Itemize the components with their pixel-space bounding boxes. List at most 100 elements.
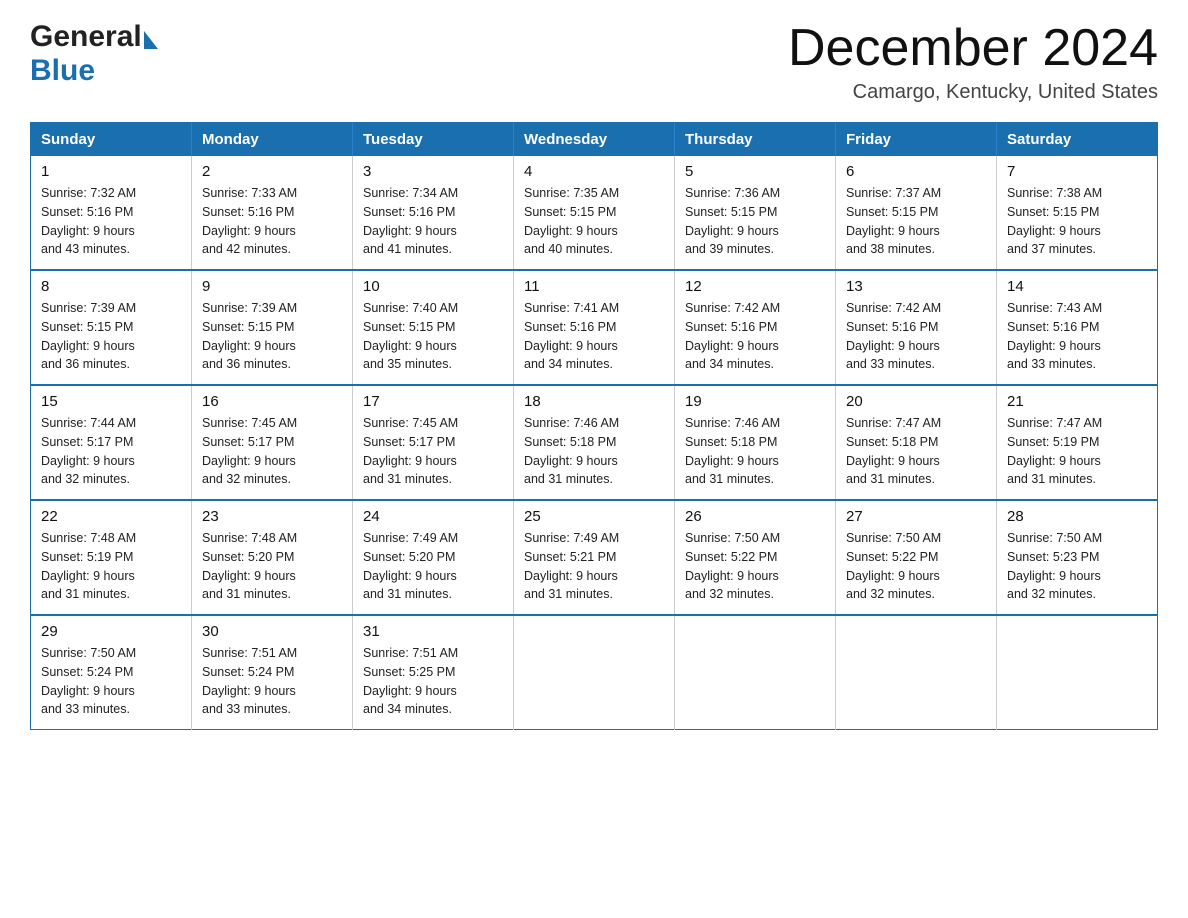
day-info: Sunrise: 7:35 AM Sunset: 5:15 PM Dayligh… [524, 184, 664, 259]
calendar-cell: 31 Sunrise: 7:51 AM Sunset: 5:25 PM Dayl… [353, 615, 514, 730]
day-info: Sunrise: 7:41 AM Sunset: 5:16 PM Dayligh… [524, 299, 664, 374]
calendar-cell: 20 Sunrise: 7:47 AM Sunset: 5:18 PM Dayl… [836, 385, 997, 500]
calendar-cell: 21 Sunrise: 7:47 AM Sunset: 5:19 PM Dayl… [997, 385, 1158, 500]
calendar-cell: 24 Sunrise: 7:49 AM Sunset: 5:20 PM Dayl… [353, 500, 514, 615]
calendar-cell: 2 Sunrise: 7:33 AM Sunset: 5:16 PM Dayli… [192, 156, 353, 270]
calendar-cell: 29 Sunrise: 7:50 AM Sunset: 5:24 PM Dayl… [31, 615, 192, 730]
day-info: Sunrise: 7:36 AM Sunset: 5:15 PM Dayligh… [685, 184, 825, 259]
day-info: Sunrise: 7:44 AM Sunset: 5:17 PM Dayligh… [41, 414, 181, 489]
day-number: 7 [1007, 163, 1147, 180]
day-number: 21 [1007, 393, 1147, 410]
calendar-cell: 19 Sunrise: 7:46 AM Sunset: 5:18 PM Dayl… [675, 385, 836, 500]
day-number: 12 [685, 278, 825, 295]
calendar-cell: 3 Sunrise: 7:34 AM Sunset: 5:16 PM Dayli… [353, 156, 514, 270]
calendar-cell [836, 615, 997, 730]
day-number: 15 [41, 393, 181, 410]
logo-arrow-icon [144, 31, 158, 49]
calendar-cell: 4 Sunrise: 7:35 AM Sunset: 5:15 PM Dayli… [514, 156, 675, 270]
calendar-header-row: SundayMondayTuesdayWednesdayThursdayFrid… [31, 123, 1158, 157]
day-info: Sunrise: 7:46 AM Sunset: 5:18 PM Dayligh… [524, 414, 664, 489]
calendar-table: SundayMondayTuesdayWednesdayThursdayFrid… [30, 122, 1158, 730]
day-number: 4 [524, 163, 664, 180]
day-number: 25 [524, 508, 664, 525]
calendar-cell: 18 Sunrise: 7:46 AM Sunset: 5:18 PM Dayl… [514, 385, 675, 500]
calendar-cell: 6 Sunrise: 7:37 AM Sunset: 5:15 PM Dayli… [836, 156, 997, 270]
day-number: 28 [1007, 508, 1147, 525]
day-info: Sunrise: 7:42 AM Sunset: 5:16 PM Dayligh… [685, 299, 825, 374]
day-number: 8 [41, 278, 181, 295]
calendar-cell: 23 Sunrise: 7:48 AM Sunset: 5:20 PM Dayl… [192, 500, 353, 615]
day-info: Sunrise: 7:45 AM Sunset: 5:17 PM Dayligh… [202, 414, 342, 489]
calendar-cell: 15 Sunrise: 7:44 AM Sunset: 5:17 PM Dayl… [31, 385, 192, 500]
day-info: Sunrise: 7:42 AM Sunset: 5:16 PM Dayligh… [846, 299, 986, 374]
calendar-cell [514, 615, 675, 730]
day-number: 31 [363, 623, 503, 640]
calendar-header-monday: Monday [192, 123, 353, 157]
page-header: General Blue December 2024 Camargo, Kent… [30, 20, 1158, 104]
calendar-cell: 17 Sunrise: 7:45 AM Sunset: 5:17 PM Dayl… [353, 385, 514, 500]
day-info: Sunrise: 7:49 AM Sunset: 5:21 PM Dayligh… [524, 529, 664, 604]
day-number: 19 [685, 393, 825, 410]
logo: General Blue [30, 20, 158, 88]
day-number: 23 [202, 508, 342, 525]
calendar-cell: 9 Sunrise: 7:39 AM Sunset: 5:15 PM Dayli… [192, 270, 353, 385]
calendar-cell: 5 Sunrise: 7:36 AM Sunset: 5:15 PM Dayli… [675, 156, 836, 270]
day-number: 1 [41, 163, 181, 180]
calendar-header-wednesday: Wednesday [514, 123, 675, 157]
day-number: 3 [363, 163, 503, 180]
day-number: 14 [1007, 278, 1147, 295]
day-info: Sunrise: 7:47 AM Sunset: 5:18 PM Dayligh… [846, 414, 986, 489]
day-number: 20 [846, 393, 986, 410]
calendar-cell: 8 Sunrise: 7:39 AM Sunset: 5:15 PM Dayli… [31, 270, 192, 385]
calendar-header-friday: Friday [836, 123, 997, 157]
day-info: Sunrise: 7:38 AM Sunset: 5:15 PM Dayligh… [1007, 184, 1147, 259]
day-info: Sunrise: 7:34 AM Sunset: 5:16 PM Dayligh… [363, 184, 503, 259]
logo-general-text: General [30, 20, 142, 54]
day-info: Sunrise: 7:32 AM Sunset: 5:16 PM Dayligh… [41, 184, 181, 259]
day-number: 22 [41, 508, 181, 525]
day-info: Sunrise: 7:40 AM Sunset: 5:15 PM Dayligh… [363, 299, 503, 374]
day-number: 26 [685, 508, 825, 525]
calendar-cell: 11 Sunrise: 7:41 AM Sunset: 5:16 PM Dayl… [514, 270, 675, 385]
day-info: Sunrise: 7:39 AM Sunset: 5:15 PM Dayligh… [202, 299, 342, 374]
day-info: Sunrise: 7:50 AM Sunset: 5:22 PM Dayligh… [685, 529, 825, 604]
day-info: Sunrise: 7:37 AM Sunset: 5:15 PM Dayligh… [846, 184, 986, 259]
calendar-cell: 12 Sunrise: 7:42 AM Sunset: 5:16 PM Dayl… [675, 270, 836, 385]
calendar-week-row: 8 Sunrise: 7:39 AM Sunset: 5:15 PM Dayli… [31, 270, 1158, 385]
calendar-week-row: 22 Sunrise: 7:48 AM Sunset: 5:19 PM Dayl… [31, 500, 1158, 615]
day-number: 6 [846, 163, 986, 180]
day-info: Sunrise: 7:47 AM Sunset: 5:19 PM Dayligh… [1007, 414, 1147, 489]
day-info: Sunrise: 7:50 AM Sunset: 5:22 PM Dayligh… [846, 529, 986, 604]
page-title: December 2024 [788, 20, 1158, 77]
day-info: Sunrise: 7:48 AM Sunset: 5:20 PM Dayligh… [202, 529, 342, 604]
calendar-week-row: 1 Sunrise: 7:32 AM Sunset: 5:16 PM Dayli… [31, 156, 1158, 270]
calendar-header-thursday: Thursday [675, 123, 836, 157]
logo-blue-text: Blue [30, 54, 95, 88]
day-number: 5 [685, 163, 825, 180]
title-section: December 2024 Camargo, Kentucky, United … [788, 20, 1158, 104]
day-number: 18 [524, 393, 664, 410]
calendar-cell: 1 Sunrise: 7:32 AM Sunset: 5:16 PM Dayli… [31, 156, 192, 270]
day-info: Sunrise: 7:45 AM Sunset: 5:17 PM Dayligh… [363, 414, 503, 489]
day-number: 10 [363, 278, 503, 295]
day-info: Sunrise: 7:46 AM Sunset: 5:18 PM Dayligh… [685, 414, 825, 489]
day-number: 24 [363, 508, 503, 525]
day-number: 2 [202, 163, 342, 180]
calendar-cell [675, 615, 836, 730]
day-number: 11 [524, 278, 664, 295]
day-info: Sunrise: 7:33 AM Sunset: 5:16 PM Dayligh… [202, 184, 342, 259]
calendar-header-tuesday: Tuesday [353, 123, 514, 157]
calendar-cell: 28 Sunrise: 7:50 AM Sunset: 5:23 PM Dayl… [997, 500, 1158, 615]
day-info: Sunrise: 7:49 AM Sunset: 5:20 PM Dayligh… [363, 529, 503, 604]
day-info: Sunrise: 7:39 AM Sunset: 5:15 PM Dayligh… [41, 299, 181, 374]
day-number: 30 [202, 623, 342, 640]
calendar-cell: 14 Sunrise: 7:43 AM Sunset: 5:16 PM Dayl… [997, 270, 1158, 385]
day-info: Sunrise: 7:43 AM Sunset: 5:16 PM Dayligh… [1007, 299, 1147, 374]
calendar-cell: 30 Sunrise: 7:51 AM Sunset: 5:24 PM Dayl… [192, 615, 353, 730]
calendar-cell [997, 615, 1158, 730]
day-info: Sunrise: 7:50 AM Sunset: 5:24 PM Dayligh… [41, 644, 181, 719]
day-number: 13 [846, 278, 986, 295]
calendar-cell: 7 Sunrise: 7:38 AM Sunset: 5:15 PM Dayli… [997, 156, 1158, 270]
subtitle: Camargo, Kentucky, United States [788, 81, 1158, 104]
calendar-cell: 22 Sunrise: 7:48 AM Sunset: 5:19 PM Dayl… [31, 500, 192, 615]
